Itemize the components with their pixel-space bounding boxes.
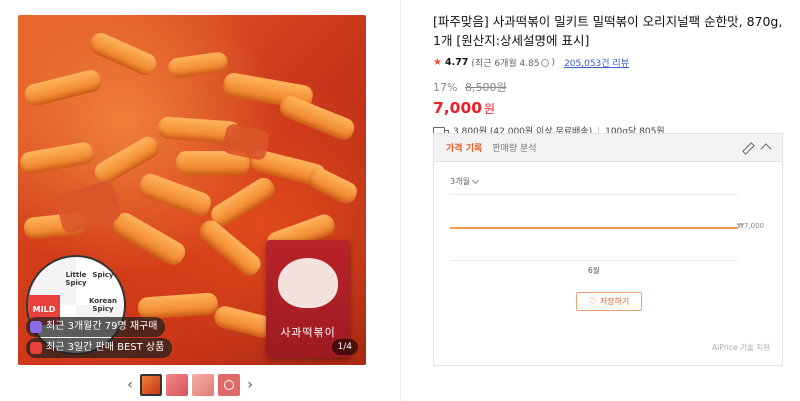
thumbnail-4-icon <box>224 380 234 390</box>
gauge-label: Spicy <box>92 271 114 279</box>
sale-price-row: 7,000 원 <box>433 98 783 117</box>
gauge-label: Korean Spicy <box>88 297 118 313</box>
thumbnail-4[interactable] <box>218 374 240 396</box>
chevron-right-icon[interactable]: › <box>244 375 256 395</box>
rating-detail-close: ) <box>551 57 556 68</box>
price-history-header: 가격 기록 판매량 분석 <box>434 134 782 162</box>
gauge-label: Little Spicy <box>65 271 87 287</box>
rating-row: ★ 4.77 (최근 6개월 4.85 ) 205,053건 리뷰 <box>433 56 783 69</box>
card-tools <box>742 142 772 155</box>
powered-by: AiPrice 기술 지원 <box>712 343 770 352</box>
sale-price: 7,000 <box>433 99 483 117</box>
image-counter: 1/4 <box>331 339 358 355</box>
package-heart-graphic <box>278 258 338 308</box>
product-main-image[interactable]: Little Spicy Spicy Korean Spicy MILD 사과떡… <box>18 15 366 365</box>
info-icon[interactable] <box>540 58 549 67</box>
price-trend-line <box>450 227 738 229</box>
period-label: 3개월 <box>450 177 470 186</box>
repurchase-badge: 최근 3개월간 79명 재구매 <box>26 317 166 337</box>
package-label: 사과떡볶이 <box>280 326 336 339</box>
rating-detail: (최근 6개월 4.85 <box>471 59 540 69</box>
discount-rate: 17% <box>433 81 458 94</box>
product-info: [파주맞음] 사과떡볶이 밀키트 밀떡볶이 오리지널팩 순한맛, 870g, 1… <box>433 12 783 137</box>
thumbnail-strip: ‹ › <box>124 374 256 396</box>
tab-price-history[interactable]: 가격 기록 <box>446 141 482 154</box>
product-title: [파주맞음] 사과떡볶이 밀키트 밀떡볶이 오리지널팩 순한맛, 870g, 1… <box>433 14 783 48</box>
edit-icon[interactable] <box>742 143 752 153</box>
heart-icon: ♡ <box>588 296 597 307</box>
thumbnail-2[interactable] <box>166 374 188 396</box>
discount-row: 17% 8,500원 <box>433 79 783 95</box>
best-seller-badge-text: 최근 3일간 판매 BEST 상품 <box>46 342 165 353</box>
tab-sales-analysis[interactable]: 판매량 분석 <box>492 141 536 154</box>
current-price-label: ₩7,000 <box>737 222 764 230</box>
rating-score: 4.77 <box>444 57 469 68</box>
chart-grid-line <box>450 260 738 261</box>
review-count-link[interactable]: 205,053건 리뷰 <box>564 56 629 69</box>
chevron-up-icon[interactable] <box>760 143 772 155</box>
chart-grid-line <box>450 194 738 195</box>
period-select[interactable]: 3개월 <box>450 176 479 187</box>
original-price: 8,500원 <box>464 81 507 94</box>
gift-icon <box>30 342 42 354</box>
thumbnail-3[interactable] <box>192 374 214 396</box>
star-icon: ★ <box>433 57 442 68</box>
best-seller-badge: 최근 3일간 판매 BEST 상품 <box>26 338 173 358</box>
thumbnail-1[interactable] <box>140 374 162 396</box>
save-button[interactable]: ♡ 저장하기 <box>576 292 642 311</box>
chevron-down-icon <box>471 176 479 184</box>
chevron-left-icon[interactable]: ‹ <box>124 375 136 395</box>
price-history-card: 가격 기록 판매량 분석 3개월 ₩7,000 6월 ♡ 저장하기 AiPric… <box>433 133 783 366</box>
repurchase-icon <box>30 321 42 333</box>
currency-unit: 원 <box>484 102 496 116</box>
save-button-label: 저장하기 <box>599 297 630 306</box>
repurchase-badge-text: 최근 3개월간 79명 재구매 <box>46 321 158 332</box>
month-axis-label: 6월 <box>588 266 600 275</box>
column-divider <box>400 0 401 401</box>
